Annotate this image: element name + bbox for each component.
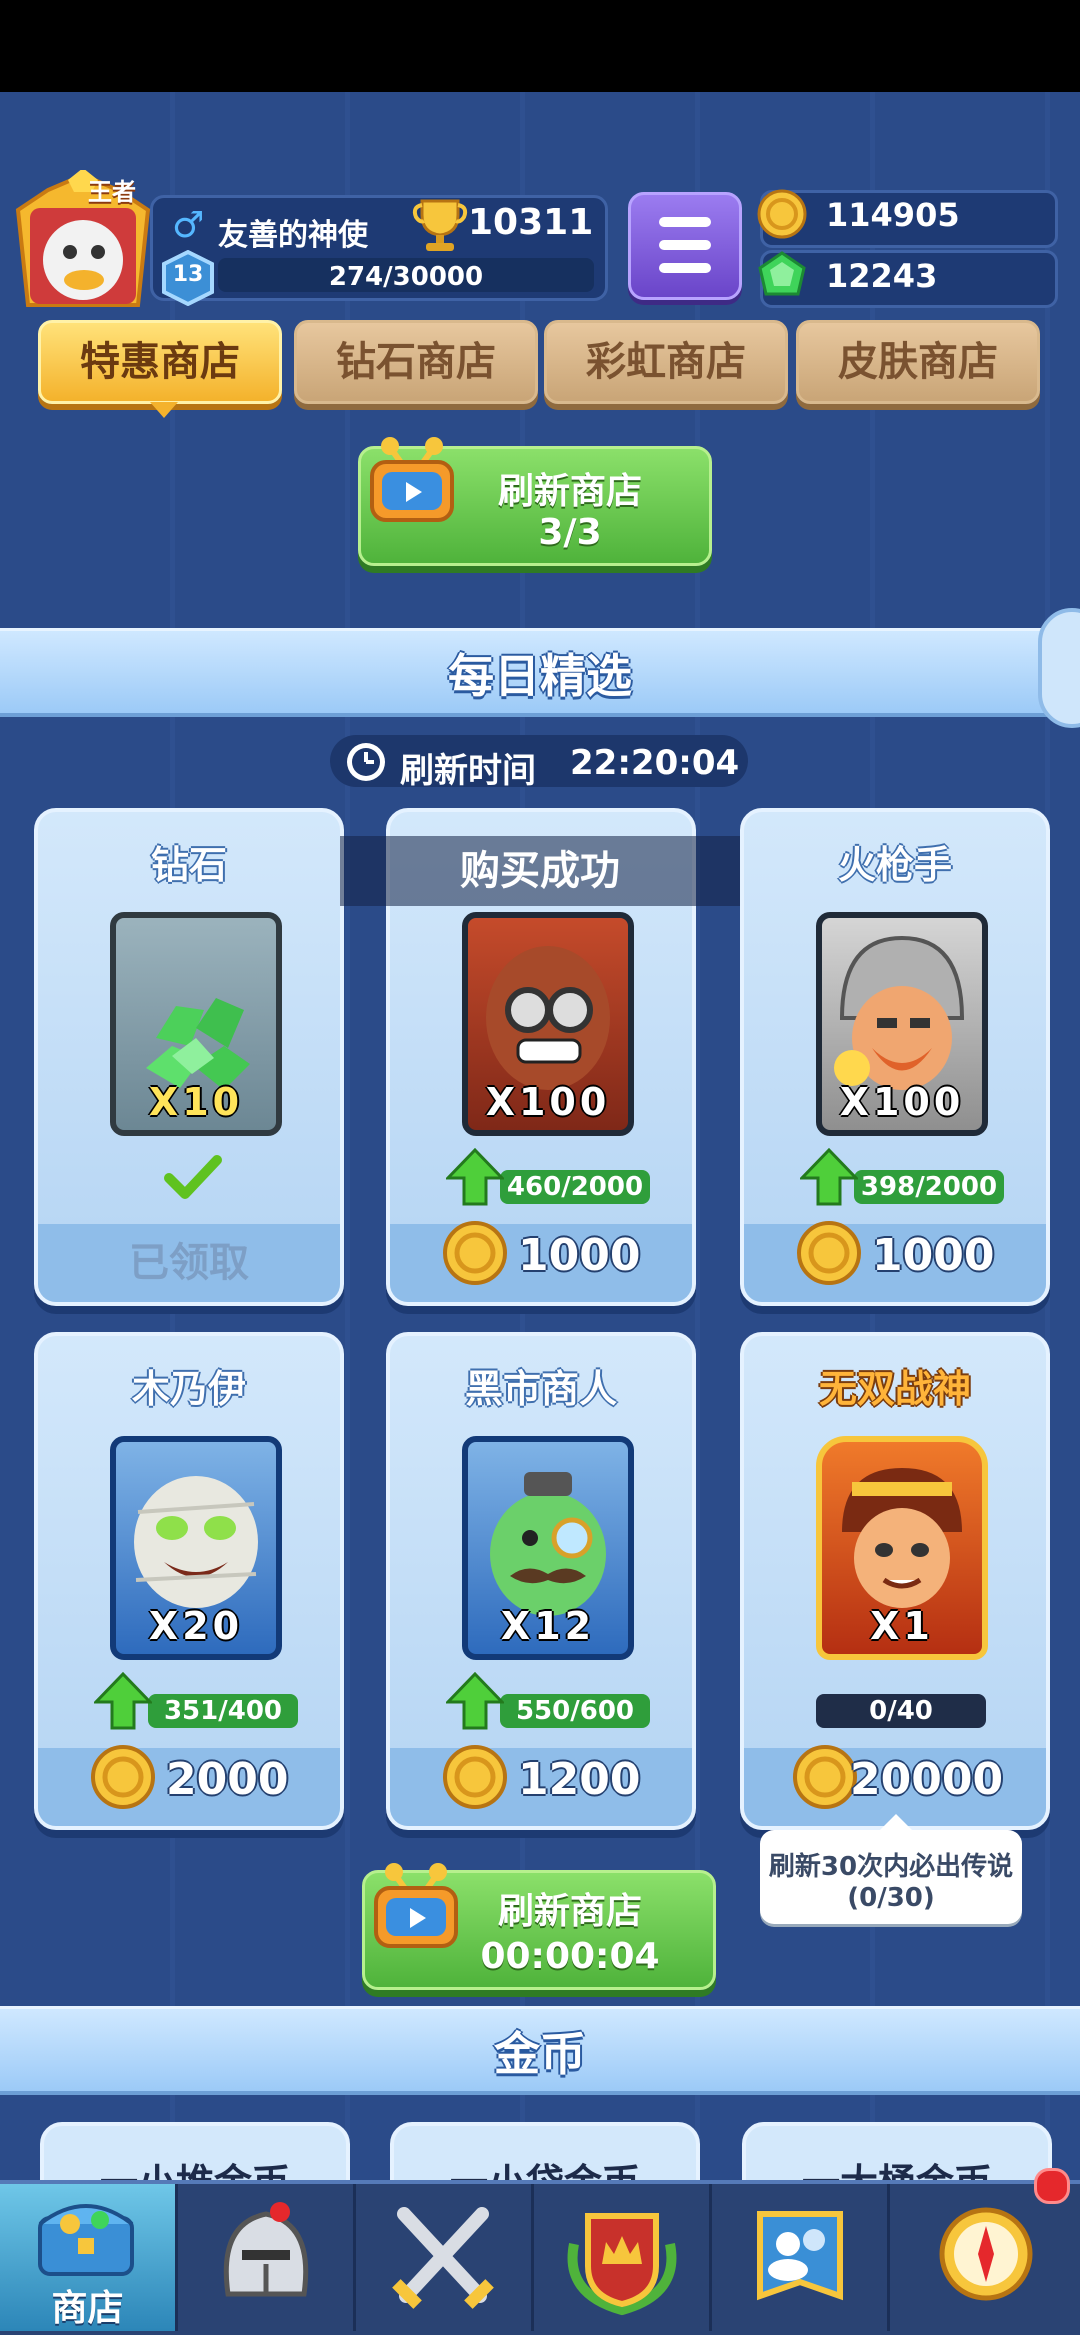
shop-card-black-market-merchant[interactable]: 黑市商人 X12 550/600 1200 [386,1332,696,1830]
player-level: 13 [172,262,204,287]
tab-rainbow-shop[interactable]: 彩虹商店 [544,320,788,404]
refresh-shop-label: 刷新商店 [497,471,642,512]
item-quantity: X100 [839,1080,965,1124]
refresh-time-label: 刷新时间 [400,751,536,791]
player-name: 友善的神使 [218,218,368,253]
card-progress: 351/400 [148,1694,298,1728]
card-price: 1200 [518,1754,641,1805]
card-title: 木乃伊 [131,1367,246,1411]
card-price: 2000 [166,1754,289,1805]
upgrade-arrow-icon [94,1672,152,1730]
refresh-shop-label: 刷新商店 [497,1891,642,1932]
card-title: 黑市商人 [464,1367,617,1411]
notification-dot [1034,2168,1070,2204]
shop-card-mummy[interactable]: 木乃伊 X20 351/400 2000 [34,1332,344,1830]
green-gem-icon [758,251,806,296]
upgrade-arrow-icon [800,1148,858,1206]
gold-coin-icon [443,1745,507,1809]
crown-shield-icon [567,2213,677,2316]
card-title: 钻石 [150,843,227,887]
card-price: 1000 [518,1230,641,1281]
gem-amount: 12243 [826,257,938,295]
nav-heroes[interactable] [178,2184,353,2331]
nav-battle[interactable] [356,2184,531,2331]
gold-coin-icon [797,1221,861,1285]
nav-clan[interactable] [534,2184,709,2331]
legend-guarantee-tooltip: 刷新30次内必出传说 (0/30) [760,1814,1022,1924]
tab-skin-shop[interactable]: 皮肤商店 [796,320,1040,404]
card-price: 1000 [872,1230,995,1281]
card-art: X10 [110,912,282,1136]
item-quantity: X20 [148,1604,244,1648]
gold-coin-icon [793,1745,857,1809]
shop-card-war-god[interactable]: 无双战神 X1 0/40 20000 [740,1332,1050,1830]
refresh-shop-timer: 00:00:04 [480,1936,660,1977]
card-title: 火枪手 [837,843,952,887]
item-quantity: X1 [870,1604,934,1648]
card-art: X100 [816,912,988,1136]
card-art: X20 [110,1436,282,1660]
knight-helmet-icon [223,2202,309,2297]
tv-ad-icon [374,1863,458,1948]
shop-card-musketeer[interactable]: 火枪手 X100 398/2000 1000 [740,808,1050,1306]
male-gender-icon: ♂ [172,205,205,246]
xp-text: 274/30000 [328,262,484,292]
tab-special-shop[interactable]: 特惠商店 [38,320,282,404]
chat-bubble-button[interactable] [1038,608,1080,728]
compass-icon [939,2207,1033,2301]
status-bar [0,0,1080,92]
card-progress: 550/600 [500,1694,650,1728]
purchase-success-toast: 购买成功 [340,836,740,906]
item-quantity: X100 [485,1080,611,1124]
gold-coin-icon [91,1745,155,1809]
gold-coin-icon [443,1221,507,1285]
gold-coin-icon [757,189,807,239]
refresh-shop-count: 3/3 [538,512,602,553]
card-progress: 0/40 [816,1694,986,1728]
refresh-time-value: 22:20:04 [570,743,740,783]
daily-selection-title: 每日精选 [448,649,632,703]
nav-shop[interactable]: 商店 [0,2184,175,2331]
tooltip-line-2: (0/30) [847,1883,935,1913]
upgrade-arrow-icon [446,1672,504,1730]
card-price: 20000 [850,1754,1004,1805]
gold-section-title: 金币 [494,2027,586,2081]
crossed-swords-icon [392,2207,494,2309]
card-art: X100 [462,912,634,1136]
card-progress: 460/2000 [500,1170,650,1204]
active-tab-pointer [150,402,178,418]
clock-icon [347,743,385,781]
item-quantity: X12 [500,1604,596,1648]
item-quantity: X10 [148,1080,244,1124]
nav-social[interactable] [712,2184,887,2331]
trophy-icon [412,199,468,251]
card-art: X12 [462,1436,634,1660]
check-icon [164,1155,222,1199]
trophy-count: 10311 [468,202,594,243]
nav-explore[interactable] [890,2184,1065,2331]
card-progress: 398/2000 [854,1170,1004,1204]
menu-button[interactable] [628,192,742,300]
social-banner-icon [757,2211,843,2301]
tooltip-line-1: 刷新30次内必出传说 [768,1852,1014,1882]
rank-badge: 王者 [88,178,136,206]
gold-amount: 114905 [826,196,960,234]
tv-ad-icon [370,437,454,522]
card-art: X1 [816,1436,988,1660]
shop-card-diamond[interactable]: 钻石 X10 已领取 [34,808,344,1306]
treasure-chest-icon [38,2204,134,2276]
claimed-label: 已领取 [129,1240,249,1286]
nav-label: 商店 [51,2288,124,2329]
tab-diamond-shop[interactable]: 钻石商店 [294,320,538,404]
upgrade-arrow-icon [446,1148,504,1206]
card-title: 无双战神 [818,1367,971,1411]
